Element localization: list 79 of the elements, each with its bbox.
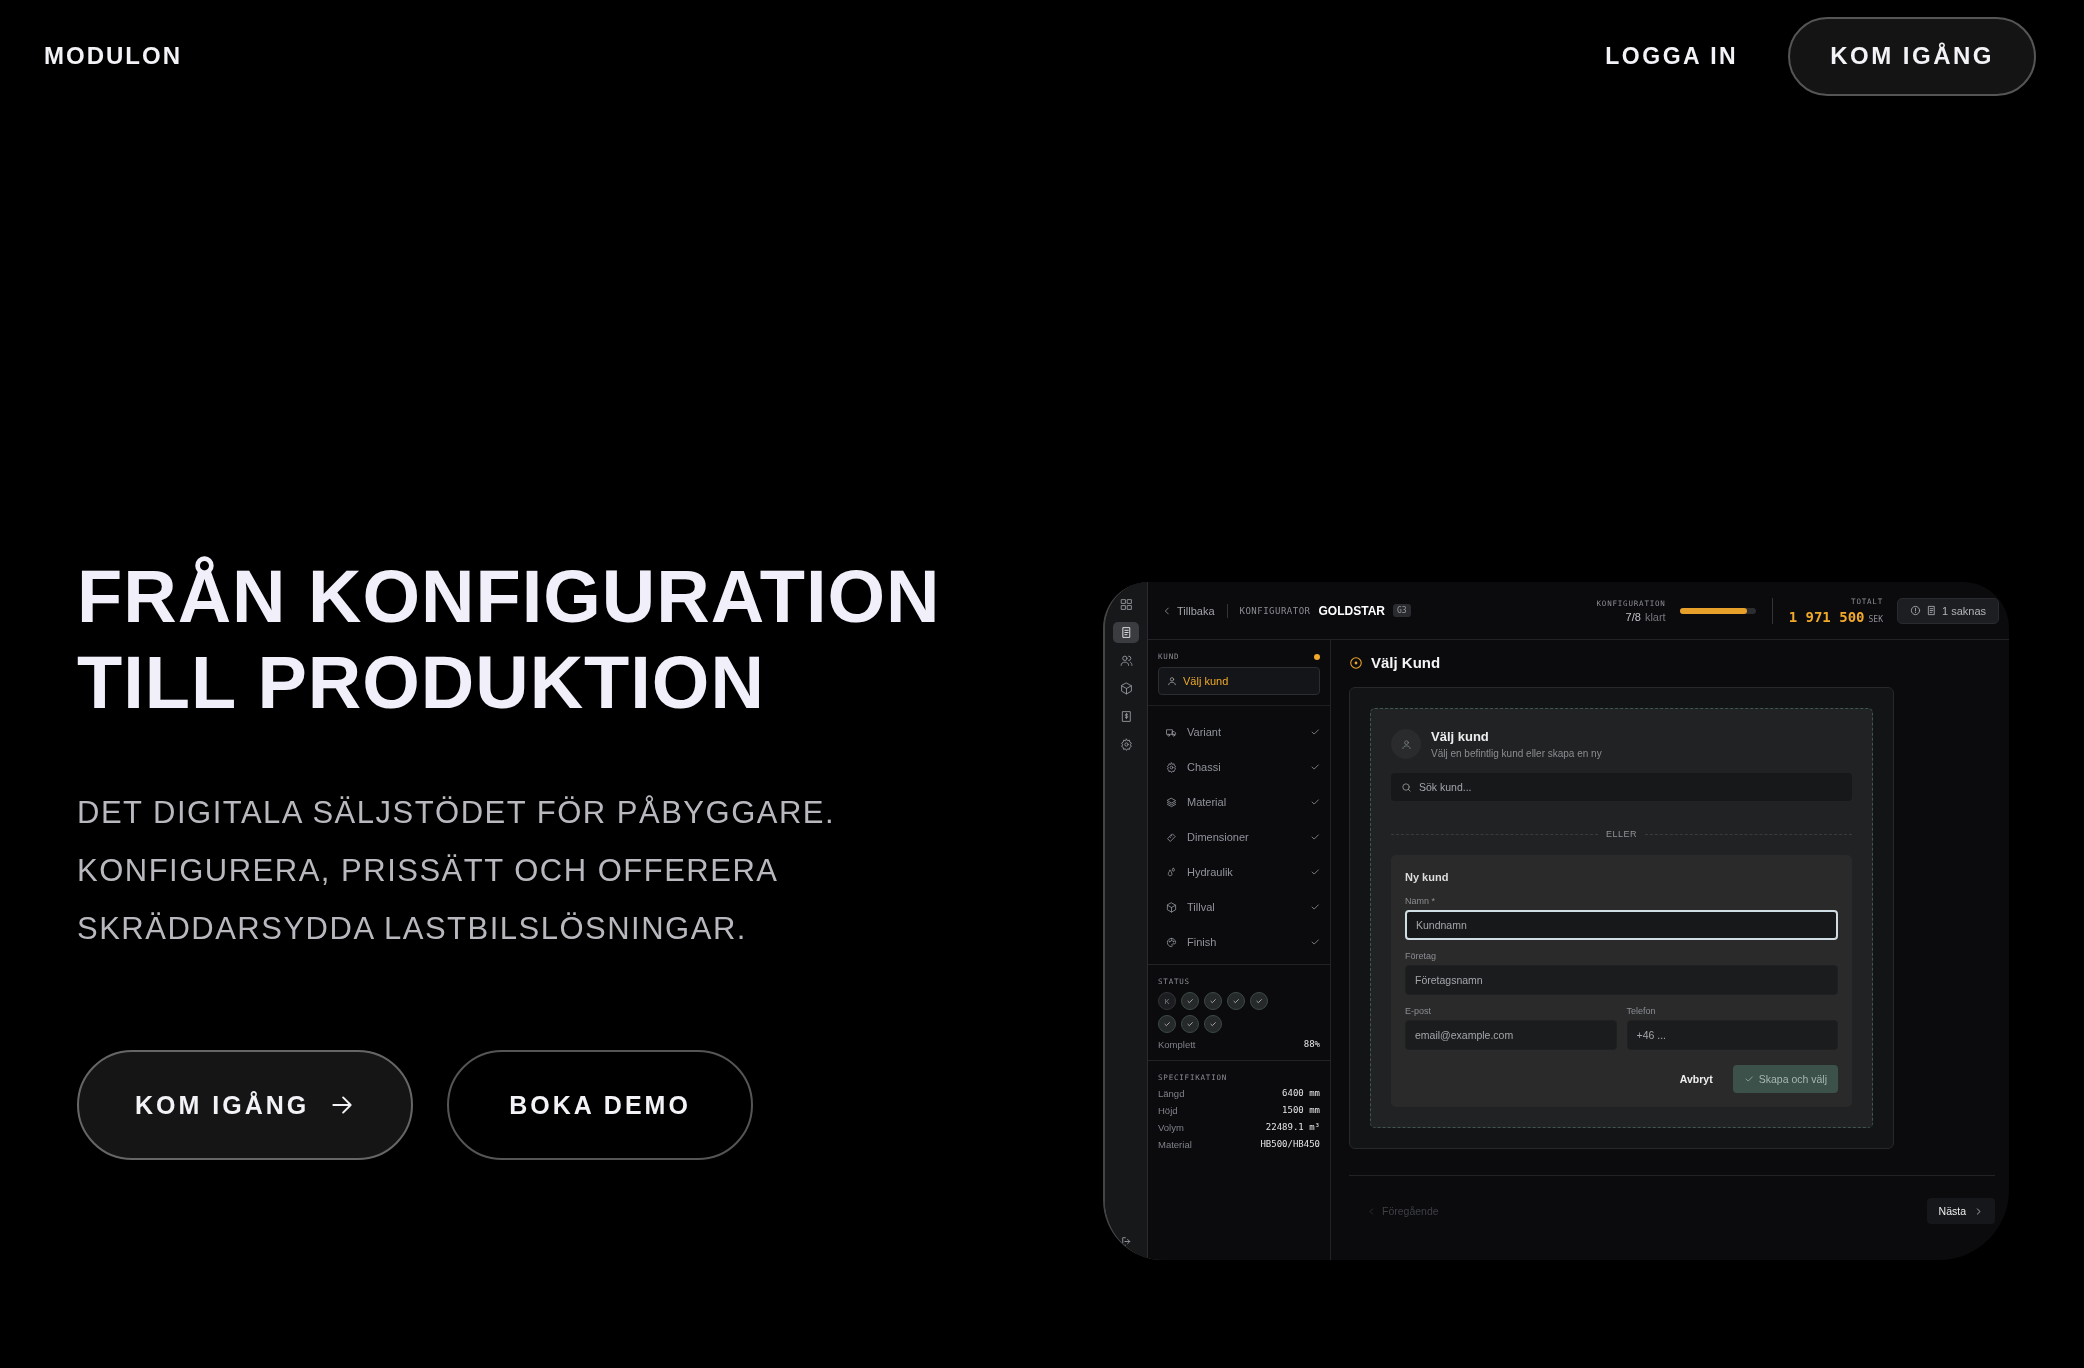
get-started-button[interactable]: KOM IGÅNG [77, 1050, 414, 1160]
card-subtitle: Välj en befintlig kund eller skapa en ny [1431, 748, 1602, 759]
back-link[interactable]: Tillbaka [1162, 604, 1215, 617]
field-label: Företag [1405, 951, 1438, 961]
check-icon [1743, 1074, 1754, 1084]
palette-icon [1166, 936, 1177, 948]
user-icon [1167, 676, 1177, 686]
check-icon [1310, 727, 1320, 737]
step-item[interactable]: Hydraulik [1158, 866, 1320, 878]
hero-title-line: TILL PRODUKTION [77, 640, 766, 726]
spec-value: HB500/HB450 [1260, 1139, 1320, 1150]
truck-icon [1166, 726, 1177, 738]
check-icon [1310, 797, 1320, 807]
step-item[interactable]: Chassi [1158, 761, 1320, 773]
users-icon [1119, 654, 1133, 667]
user-icon [1400, 738, 1412, 750]
field-label: E-post [1405, 1006, 1432, 1016]
model-badge: G3 [1393, 604, 1411, 617]
check-icon [1310, 902, 1320, 912]
grid-icon [1119, 598, 1133, 611]
document-icon [1925, 605, 1937, 616]
chevron-right-icon [1974, 1206, 1983, 1216]
hero-title-line: FRÅN KONFIGURATION [77, 554, 942, 640]
check-icon [1310, 937, 1320, 947]
spec-value: 1500 mm [1282, 1105, 1320, 1116]
layers-icon [1166, 796, 1177, 808]
book-demo-button[interactable]: BOKA DEMO [447, 1050, 753, 1160]
progress-suffix: klart [1644, 610, 1666, 623]
currency-label: SEK [1868, 614, 1883, 624]
spec-value: 6400 mm [1282, 1088, 1320, 1099]
input-field[interactable]: Företagsnamn [1405, 965, 1838, 995]
missing-items-button[interactable]: 1 saknas [1896, 597, 1999, 624]
hero-subtitle: DET DIGITALA SÄLJSTÖDET FÖR PÅBYGGARE. KONFIGURERA, PRISSÄTT OCH OFFERERA SKRÄDDARSYDDA LASTBILSLÖSNINGAR. [77, 794, 837, 948]
chevron-left-icon [1162, 605, 1172, 616]
step-item[interactable]: Material [1158, 796, 1320, 808]
login-link[interactable]: LOGGA IN [1605, 42, 1739, 70]
divider-label: ELLER [1606, 829, 1637, 839]
card-title: Välj kund [1431, 729, 1490, 744]
form-title: Ny kund [1405, 871, 1450, 883]
step-item[interactable]: Tillval [1158, 901, 1320, 913]
complete-value: 88% [1303, 1039, 1320, 1050]
gear-icon [1166, 761, 1177, 773]
box-icon [1166, 901, 1177, 913]
spec-name: Volym [1158, 1122, 1184, 1133]
gear-icon [1119, 738, 1133, 751]
page-heading: Välj Kund [1371, 654, 1441, 671]
spec-name: Längd [1158, 1088, 1185, 1099]
step-item[interactable]: Finish [1158, 936, 1320, 948]
box-icon [1119, 682, 1133, 695]
spec-name: Höjd [1158, 1105, 1178, 1116]
spec-value: 22489.1 m³ [1265, 1122, 1320, 1133]
complete-label: Komplett [1158, 1039, 1196, 1050]
total-amount: 1 971 500 [1788, 608, 1865, 625]
check-icon [1310, 762, 1320, 772]
ruler-icon [1166, 831, 1177, 843]
rail-nav-item[interactable] [1113, 622, 1139, 643]
drops-icon [1166, 866, 1177, 878]
field-label: Namn * [1405, 896, 1436, 906]
field-label: Telefon [1626, 1006, 1657, 1016]
model-name: GOLDSTAR [1318, 603, 1385, 618]
create-and-select-button[interactable]: Skapa och välj [1732, 1065, 1838, 1093]
step-item[interactable]: Dimensioner [1158, 831, 1320, 843]
dollar-icon [1119, 710, 1133, 723]
step-item[interactable]: Variant [1158, 726, 1320, 738]
cancel-button[interactable]: Avbryt [1673, 1072, 1719, 1086]
breadcrumb-label: KONFIGURATOR [1239, 605, 1311, 616]
input-field[interactable]: +46 ... [1626, 1020, 1838, 1050]
spec-name: Material [1158, 1139, 1192, 1150]
get-started-button[interactable]: KOM IGÅNG [1788, 16, 2036, 96]
check-icon [1310, 867, 1320, 877]
alert-icon [1909, 605, 1921, 616]
search-field[interactable]: Sök kund... [1391, 773, 1852, 801]
target-icon [1349, 655, 1363, 670]
check-icon [1310, 832, 1320, 842]
progress-count: 7/8 [1625, 610, 1641, 623]
choose-customer-button[interactable]: Välj kund [1158, 667, 1320, 695]
input-field[interactable]: email@example.com [1405, 1020, 1617, 1050]
next-button[interactable]: Nästa [1926, 1198, 1995, 1224]
brand-logo[interactable]: MODULON [44, 42, 182, 70]
